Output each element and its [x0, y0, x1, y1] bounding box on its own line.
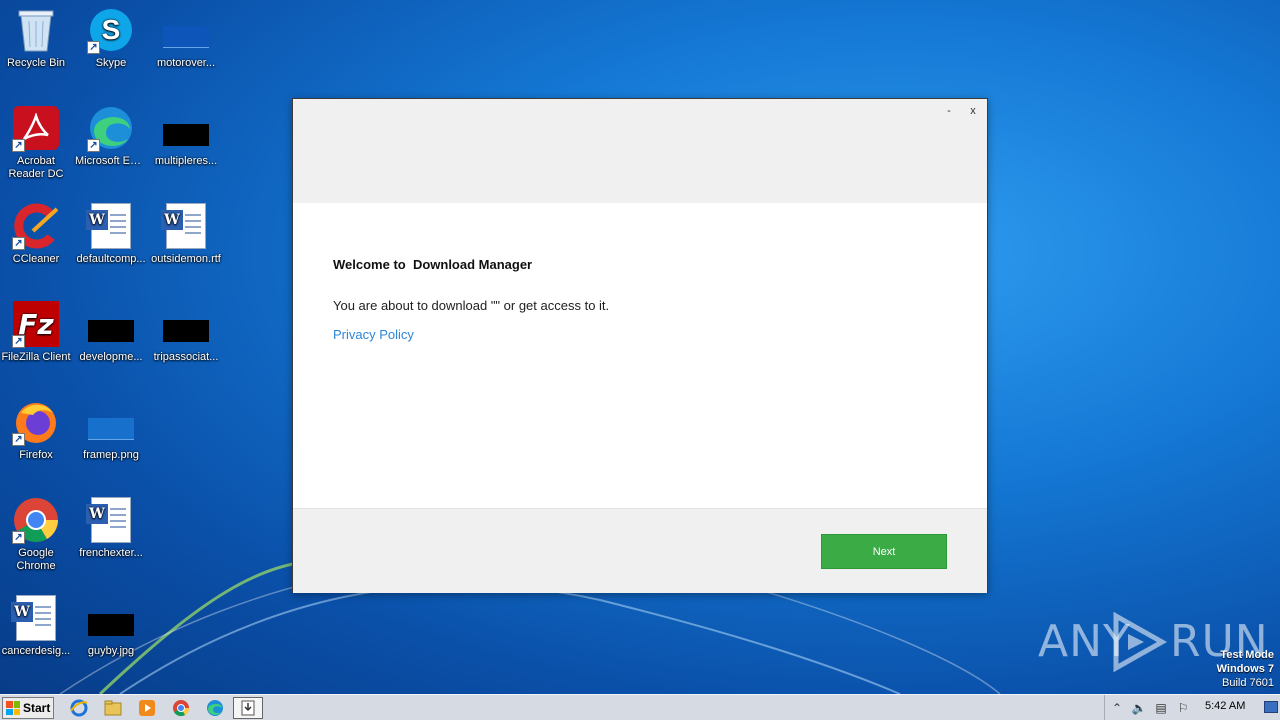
desktop-icon-label: Google Chrome	[16, 547, 56, 572]
desktop-icon-label: FileZilla Client	[1, 351, 71, 363]
desktop-icon-acrobat[interactable]: ↗ Acrobat Reader DC	[0, 104, 74, 181]
next-button[interactable]: Next	[821, 534, 947, 569]
firefox-icon: ↗	[12, 398, 60, 446]
taskbar-media-player[interactable]	[136, 698, 158, 718]
dialog-header: - x	[293, 99, 987, 203]
desktop-icon-skype[interactable]: S ↗ Skype	[73, 6, 149, 70]
privacy-policy-link[interactable]: Privacy Policy	[333, 327, 414, 342]
internet-explorer-icon	[70, 699, 88, 717]
taskbar-edge[interactable]	[204, 698, 226, 718]
desktop-icon-label: Microsoft Edge	[75, 155, 149, 167]
test-mode-label: Test Mode	[1220, 649, 1274, 661]
chrome-icon: ↗	[12, 496, 60, 544]
desktop-icon-label: developme...	[79, 351, 143, 363]
build-label: Build 7601	[1222, 677, 1274, 689]
edge-icon	[207, 700, 223, 716]
taskbar-download-manager[interactable]	[233, 697, 263, 719]
play-logo-icon	[1113, 612, 1168, 672]
show-hidden-icons-icon[interactable]: ⌃	[1109, 700, 1125, 716]
edge-icon: ↗	[87, 104, 135, 152]
desktop-icon-label: cancerdesig...	[1, 645, 71, 657]
word-document-icon: W	[11, 594, 60, 642]
chrome-icon	[173, 700, 190, 717]
desktop-icon-label: multipleres...	[154, 155, 218, 167]
desktop-icon-framep[interactable]: framep.png	[73, 398, 149, 462]
ccleaner-icon: ↗	[12, 202, 60, 250]
desktop-icon-filezilla[interactable]: Fz ↗ FileZilla Client	[0, 300, 74, 364]
desktop-icon-firefox[interactable]: ↗ Firefox	[0, 398, 74, 462]
desktop-icon-label: tripassociat...	[153, 351, 219, 363]
desktop-icon-label: guyby.jpg	[87, 645, 135, 657]
desktop-icon-label: Acrobat Reader DC	[8, 155, 64, 180]
desktop-icon-label: CCleaner	[12, 253, 60, 265]
minimize-button[interactable]: -	[941, 103, 957, 119]
desktop-icon-outsidemon[interactable]: W outsidemon.rtf	[148, 202, 224, 266]
desktop-icon-chrome[interactable]: ↗ Google Chrome	[0, 496, 74, 573]
action-center-flag-icon[interactable]: ⚐	[1175, 700, 1191, 716]
skype-icon: S ↗	[87, 6, 135, 54]
dialog-body: Welcome to Download Manager You are abou…	[293, 203, 987, 508]
desktop-icon-guyby[interactable]: guyby.jpg	[73, 594, 149, 658]
desktop-icon-ccleaner[interactable]: ↗ CCleaner	[0, 202, 74, 266]
desktop-icon-motorover[interactable]: motorover...	[148, 6, 224, 70]
taskbar-internet-explorer[interactable]	[68, 698, 90, 718]
download-manager-icon	[241, 700, 255, 716]
taskbar-file-explorer[interactable]	[102, 698, 124, 718]
desktop-icon-multipleres[interactable]: multipleres...	[148, 104, 224, 168]
start-label: Start	[23, 701, 51, 715]
desktop-icon-label: frenchexter...	[79, 547, 143, 559]
desktop-icon-recycle-bin[interactable]: Recycle Bin	[0, 6, 74, 70]
file-thumbnail-icon	[162, 6, 210, 54]
file-thumbnail-icon	[162, 104, 210, 152]
anyrun-watermark: ANY RUN	[1038, 612, 1268, 672]
filezilla-icon: Fz ↗	[12, 300, 60, 348]
desktop-icon-frenchexter[interactable]: W frenchexter...	[73, 496, 149, 560]
desktop-icon-edge[interactable]: ↗ Microsoft Edge	[73, 104, 149, 168]
desktop-icon-tripassociat[interactable]: tripassociat...	[148, 300, 224, 364]
desktop-icon-cancerdesig[interactable]: W cancerdesig...	[0, 594, 74, 658]
windows-build-info: Test Mode Windows 7 Build 7601	[1217, 648, 1274, 690]
desktop-icon-label: outsidemon.rtf	[151, 253, 221, 265]
file-thumbnail-icon	[87, 300, 135, 348]
show-desktop-button[interactable]	[1264, 701, 1278, 713]
recycle-bin-icon	[12, 6, 60, 54]
volume-icon[interactable]: 🔈	[1131, 700, 1147, 716]
file-explorer-icon	[104, 700, 122, 716]
acrobat-icon: ↗	[12, 104, 60, 152]
word-document-icon: W	[161, 202, 210, 250]
windows-version-label: Windows 7	[1216, 663, 1274, 675]
dialog-message: You are about to download "" or get acce…	[333, 298, 610, 313]
desktop-icon-label: Skype	[95, 57, 127, 69]
image-thumbnail-icon	[87, 594, 135, 642]
word-document-icon: W	[86, 202, 135, 250]
desktop-icon-label: Firefox	[19, 449, 53, 461]
start-button[interactable]: Start	[2, 697, 54, 719]
desktop-icon-label: framep.png	[83, 449, 139, 461]
file-thumbnail-icon	[162, 300, 210, 348]
word-document-icon: W	[86, 496, 135, 544]
download-manager-dialog: - x Welcome to Download Manager You are …	[292, 98, 988, 593]
dialog-title: Welcome to Download Manager	[333, 257, 533, 272]
taskbar-chrome[interactable]	[170, 698, 192, 718]
desktop-icon-label: defaultcomp...	[76, 253, 146, 265]
desktop-icon-developme[interactable]: developme...	[73, 300, 149, 364]
taskbar: Start ⌃ 🔈 ▤ ⚐ 5:42 AM	[0, 694, 1280, 720]
clock[interactable]: 5:42 AM	[1205, 700, 1245, 712]
media-player-icon	[139, 700, 155, 716]
dialog-footer: Next	[293, 508, 987, 593]
network-icon[interactable]: ▤	[1153, 700, 1169, 716]
desktop-icon-label: Recycle Bin	[6, 57, 66, 69]
close-button[interactable]: x	[965, 103, 981, 119]
desktop-icon-defaultcomp[interactable]: W defaultcomp...	[73, 202, 149, 266]
windows-logo-icon	[6, 701, 20, 715]
image-thumbnail-icon	[87, 398, 135, 446]
desktop-icon-label: motorover...	[156, 57, 216, 69]
system-tray: ⌃ 🔈 ▤ ⚐ 5:42 AM	[1104, 695, 1280, 720]
